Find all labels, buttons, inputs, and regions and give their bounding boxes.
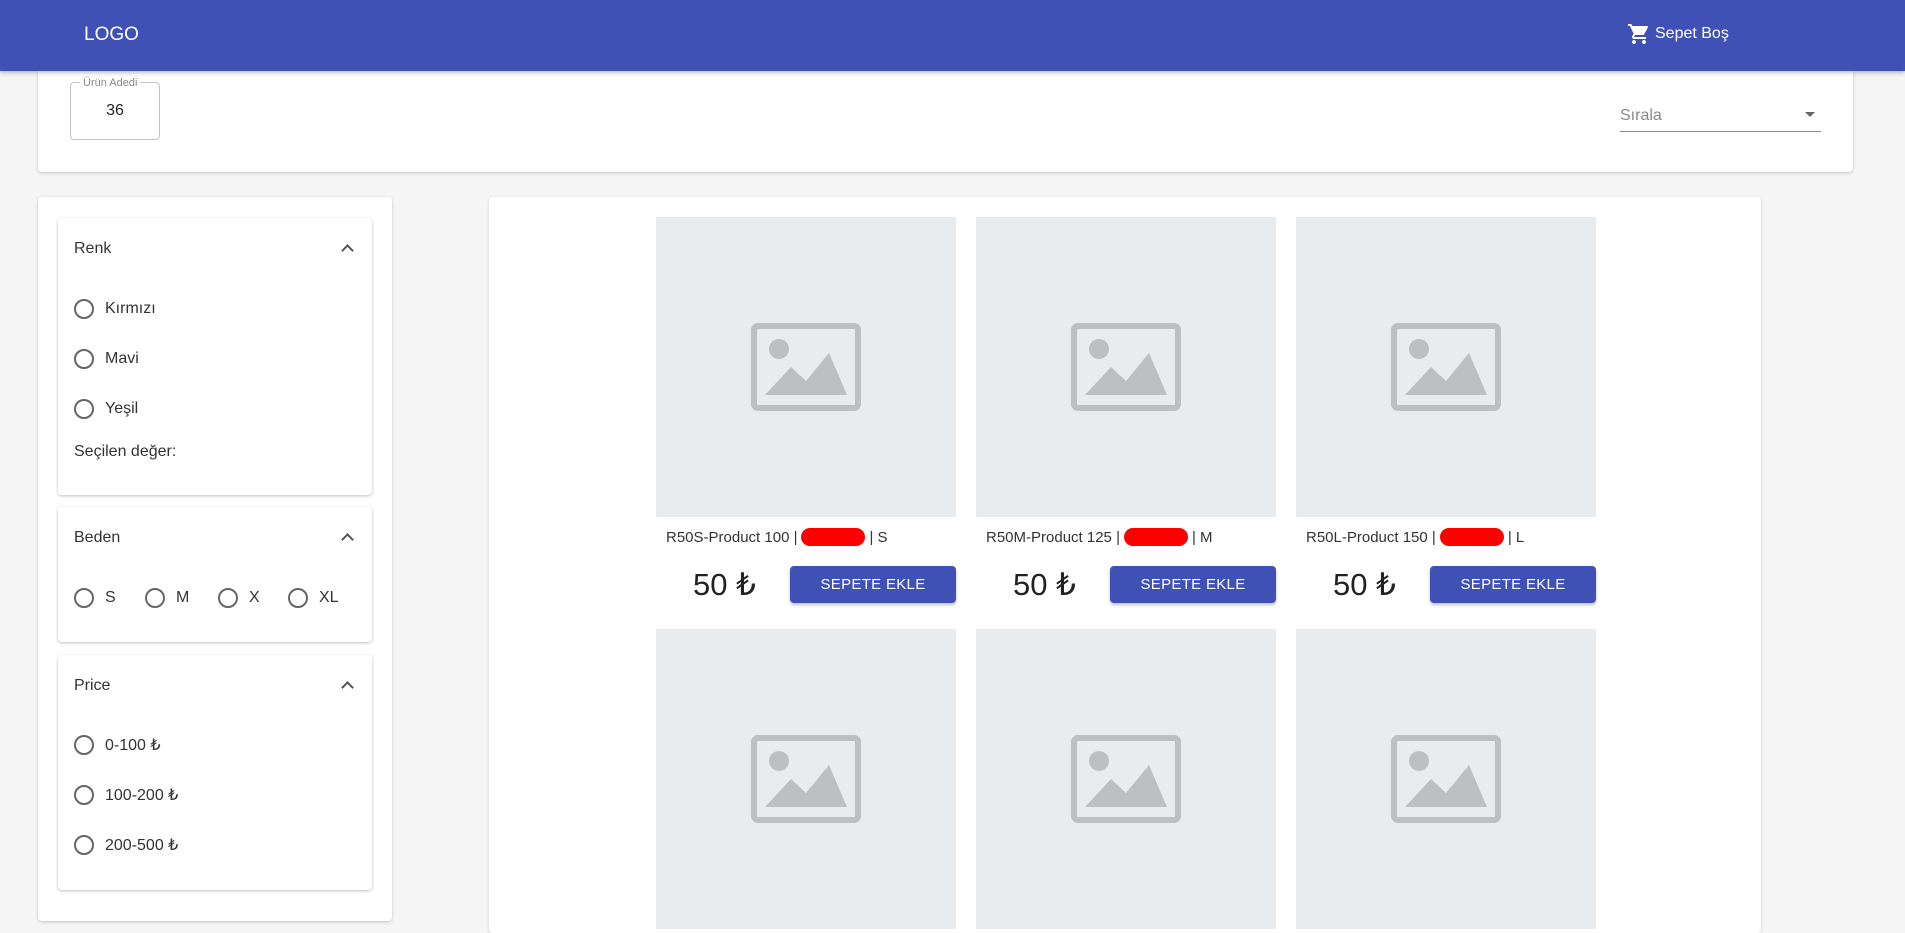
radio-label: Yeşil	[105, 400, 139, 417]
sort-label: Sırala	[1620, 107, 1662, 124]
sort-select[interactable]: Sırala	[1620, 100, 1821, 132]
product-image-placeholder[interactable]	[1296, 217, 1596, 517]
quantity-label: Ürün Adedi	[80, 77, 141, 89]
product-image-placeholder[interactable]	[656, 217, 956, 517]
product-title: R50S-Product 100 |	[666, 528, 798, 546]
radio-price-0-100[interactable]: 0-100 ₺	[74, 735, 161, 755]
radio-price-200-500[interactable]: 200-500 ₺	[74, 835, 178, 855]
color-filter-title[interactable]: Renk	[74, 240, 111, 258]
product-name[interactable]: R50M-Product 125 | | M	[986, 528, 1213, 546]
radio-circle[interactable]	[74, 735, 94, 755]
cart-button[interactable]: Sepet Boş	[1627, 22, 1729, 46]
selected-value-label: Seçilen değer:	[74, 443, 177, 460]
dropdown-arrow-icon	[1805, 112, 1815, 117]
radio-label: X	[249, 589, 260, 606]
radio-color-green[interactable]: Yeşil	[74, 399, 138, 419]
image-placeholder-icon	[1391, 323, 1501, 411]
redaction-mark	[1439, 528, 1504, 546]
product-variant: | S	[869, 528, 888, 546]
product-name[interactable]: R50L-Product 150 | | L	[1306, 528, 1524, 546]
radio-label: S	[105, 589, 116, 606]
radio-size-x[interactable]: X	[218, 588, 260, 608]
radio-label: 100-200 ₺	[105, 787, 179, 804]
radio-circle[interactable]	[74, 785, 94, 805]
radio-label: Mavi	[105, 350, 139, 367]
radio-circle[interactable]	[74, 588, 94, 608]
product-title: R50L-Product 150 |	[1306, 528, 1436, 546]
product-card: R50L-Product 150 | | L 50 ₺ SEPETE EKLE	[1296, 217, 1596, 603]
product-card: R50M-Product 125 | | M 50 ₺ SEPETE EKLE	[976, 217, 1276, 603]
radio-color-blue[interactable]: Mavi	[74, 349, 139, 369]
radio-color-red[interactable]: Kırmızı	[74, 299, 156, 319]
product-price: 50 ₺	[1333, 567, 1396, 602]
redaction-mark	[801, 528, 866, 546]
product-card	[656, 629, 956, 929]
app-bar: LOGO Sepet Boş	[0, 0, 1905, 71]
product-title: R50M-Product 125 |	[986, 528, 1120, 546]
redaction-mark	[1123, 528, 1188, 546]
radio-circle[interactable]	[218, 588, 238, 608]
product-price: 50 ₺	[693, 567, 756, 602]
image-placeholder-icon	[1071, 323, 1181, 411]
product-image-placeholder[interactable]	[976, 629, 1276, 929]
image-placeholder-icon	[751, 323, 861, 411]
product-card	[976, 629, 1276, 929]
product-name[interactable]: R50S-Product 100 | | S	[666, 528, 888, 546]
product-image-placeholder[interactable]	[656, 629, 956, 929]
add-to-cart-button[interactable]: SEPETE EKLE	[1110, 566, 1276, 603]
radio-circle[interactable]	[74, 399, 94, 419]
product-card: R50S-Product 100 | | S 50 ₺ SEPETE EKLE	[656, 217, 956, 603]
shopping-cart-icon	[1628, 24, 1649, 44]
add-to-cart-button[interactable]: SEPETE EKLE	[790, 566, 956, 603]
chevron-up-icon[interactable]	[341, 681, 354, 694]
image-placeholder-icon	[751, 735, 861, 823]
radio-circle[interactable]	[74, 299, 94, 319]
image-placeholder-icon	[1391, 735, 1501, 823]
cart-label: Sepet Boş	[1655, 25, 1729, 42]
radio-size-xl[interactable]: XL	[288, 588, 339, 608]
radio-label: M	[176, 589, 190, 606]
radio-circle[interactable]	[145, 588, 165, 608]
size-filter-panel: Beden	[58, 507, 372, 642]
product-variant: | L	[1507, 528, 1525, 546]
quantity-value[interactable]: 36	[70, 102, 160, 120]
radio-price-100-200[interactable]: 100-200 ₺	[74, 785, 178, 805]
radio-label: 0-100 ₺	[105, 737, 161, 754]
radio-label: Kırmızı	[105, 300, 156, 317]
product-card	[1296, 629, 1596, 929]
toolbar-card	[38, 71, 1853, 172]
radio-circle[interactable]	[288, 588, 308, 608]
product-price: 50 ₺	[1013, 567, 1076, 602]
radio-size-m[interactable]: M	[145, 588, 189, 608]
radio-circle[interactable]	[74, 835, 94, 855]
chevron-up-icon[interactable]	[341, 244, 354, 257]
size-filter-title[interactable]: Beden	[74, 529, 120, 547]
image-placeholder-icon	[1071, 735, 1181, 823]
product-image-placeholder[interactable]	[976, 217, 1276, 517]
product-image-placeholder[interactable]	[1296, 629, 1596, 929]
add-to-cart-button[interactable]: SEPETE EKLE	[1430, 566, 1596, 603]
chevron-up-icon[interactable]	[341, 533, 354, 546]
radio-size-s[interactable]: S	[74, 588, 116, 608]
product-variant: | M	[1191, 528, 1213, 546]
price-filter-title[interactable]: Price	[74, 677, 110, 695]
logo[interactable]: LOGO	[84, 24, 139, 46]
radio-circle[interactable]	[74, 349, 94, 369]
radio-label: XL	[319, 589, 339, 606]
radio-label: 200-500 ₺	[105, 837, 179, 854]
